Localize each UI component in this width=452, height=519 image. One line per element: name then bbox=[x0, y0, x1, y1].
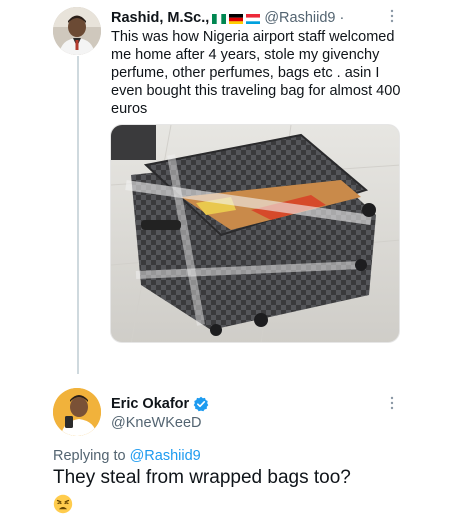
reply-author-handle[interactable]: @KneWKeeD bbox=[111, 415, 201, 431]
original-tweet-header: Rashid, M.Sc., @Rashiid9 · bbox=[111, 8, 344, 28]
nigeria-flag-icon bbox=[212, 13, 227, 24]
replying-to-prefix: Replying to bbox=[53, 448, 126, 464]
author-name[interactable]: Rashid, M.Sc., bbox=[111, 10, 209, 26]
suitcase-photo[interactable] bbox=[110, 124, 400, 343]
eric-avatar[interactable] bbox=[53, 388, 101, 436]
weary-face-emoji-icon bbox=[53, 494, 73, 514]
germany-flag-icon bbox=[229, 13, 244, 24]
more-options-icon[interactable] bbox=[386, 394, 398, 412]
reply-author-name[interactable]: Eric Okafor bbox=[111, 396, 189, 412]
thread-connector-line bbox=[77, 56, 79, 374]
replying-to-mention-link[interactable]: @Rashiid9 bbox=[130, 448, 201, 464]
author-handle[interactable]: @Rashiid9 · bbox=[264, 10, 344, 26]
verified-badge-icon bbox=[193, 396, 209, 412]
reply-author-header: Eric Okafor bbox=[111, 396, 209, 412]
more-options-icon[interactable] bbox=[386, 7, 398, 25]
original-tweet-text: This was how Nigeria airport staff welco… bbox=[111, 29, 401, 117]
luxembourg-flag-icon bbox=[246, 13, 261, 24]
rashid-avatar[interactable] bbox=[53, 7, 101, 55]
reply-tweet-text: They steal from wrapped bags too? bbox=[53, 467, 351, 488]
replying-to-line: Replying to @Rashiid9 bbox=[53, 448, 201, 464]
